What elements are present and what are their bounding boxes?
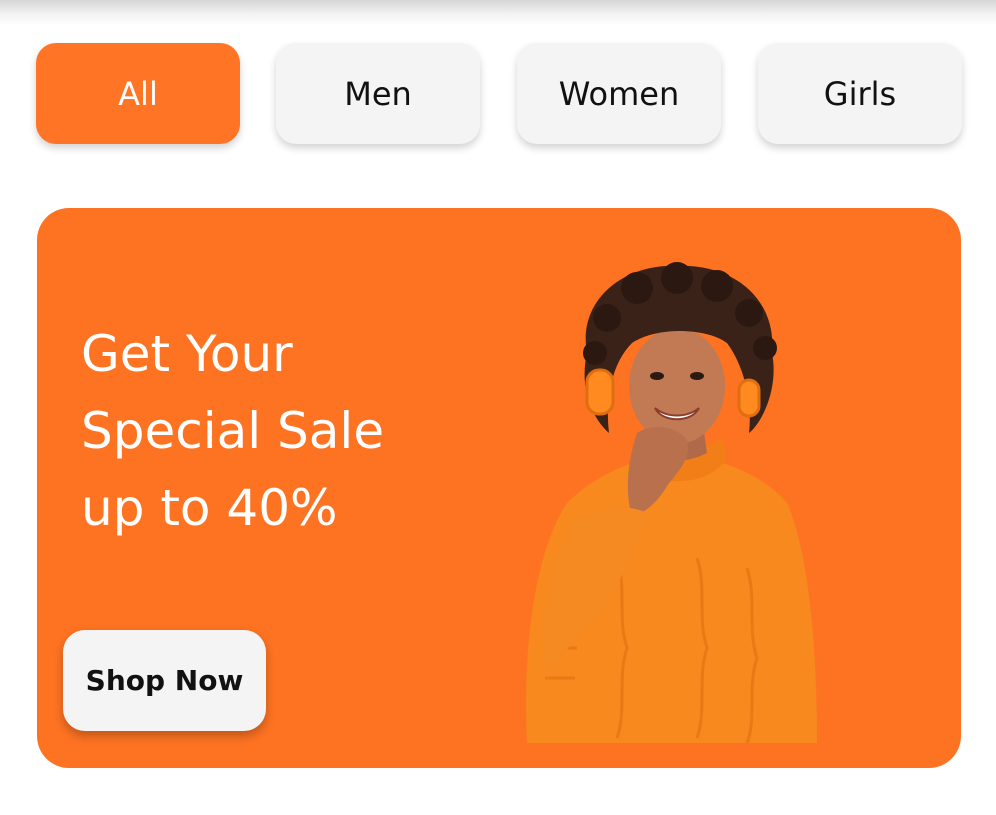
filter-chip-label: Women — [558, 74, 680, 113]
filter-chip-women[interactable]: Women — [517, 43, 721, 144]
filter-chip-label: Men — [344, 74, 412, 113]
category-filter-chips: All Men Women Girls — [36, 43, 963, 145]
filter-chip-label: Girls — [823, 74, 897, 113]
headline-line-2: Special Sale — [81, 402, 385, 460]
headline-line-1: Get Your — [81, 325, 293, 383]
filter-chip-men[interactable]: Men — [276, 43, 480, 144]
woman-with-headphones-image — [526, 262, 817, 743]
headline-line-3: up to 40% — [81, 479, 338, 537]
shop-now-button[interactable]: Shop Now — [63, 630, 266, 731]
promo-banner: Get Your Special Sale up to 40% Shop Now — [37, 208, 961, 768]
page: All Men Women Girls Get Your Special Sal… — [0, 0, 996, 815]
filter-chip-girls[interactable]: Girls — [758, 43, 962, 144]
shop-now-label: Shop Now — [85, 664, 244, 697]
filter-chip-label: All — [118, 74, 158, 113]
filter-chip-all[interactable]: All — [36, 43, 240, 144]
top-shadow-divider — [0, 0, 996, 26]
promo-headline: Get Your Special Sale up to 40% — [81, 316, 481, 547]
